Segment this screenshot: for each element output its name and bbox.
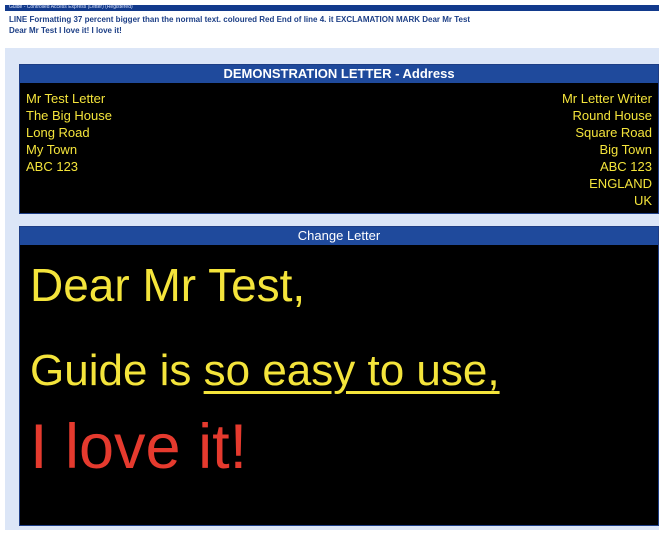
letter-greeting: Dear Mr Test, [30, 259, 306, 311]
recipient-line: My Town [26, 142, 78, 157]
recipient-address: Mr Test Letter The Big House Long Road M… [26, 90, 112, 175]
address-panel: DEMONSTRATION LETTER - Address Mr Test L… [19, 64, 659, 214]
letter-line-2: Guide is so easy to use, [30, 344, 500, 398]
letter-panel[interactable]: Change Letter Dear Mr Test, Guide is so … [19, 226, 659, 526]
letter-line-2-underlined: so easy to use, [203, 346, 500, 395]
sender-address: Mr Letter Writer Round House Square Road… [562, 90, 652, 209]
sender-line: Mr Letter Writer [561, 91, 652, 106]
recipient-line: Mr Test Letter [26, 91, 106, 106]
recipient-line: Long Road [26, 125, 90, 140]
sender-line: Square Road [575, 125, 652, 140]
recipient-line: The Big House [26, 108, 112, 123]
letter-line-2-plain: Guide is [30, 346, 204, 395]
letter-panel-header: Change Letter [20, 227, 658, 245]
recipient-line: ABC 123 [26, 159, 79, 174]
sender-line: UK [633, 193, 652, 208]
sender-line: Round House [572, 108, 653, 123]
window-title-bar: Guide - Controlled Access Express (Lette… [5, 4, 659, 11]
sender-line: ABC 123 [599, 159, 652, 174]
sender-line: ENGLAND [589, 176, 652, 191]
info-line-2: Dear Mr Test I love it! I love it! [9, 26, 122, 35]
address-panel-header: DEMONSTRATION LETTER - Address [20, 65, 658, 83]
info-line-1: LINE Formatting 37 percent bigger than t… [9, 15, 471, 24]
info-bar: LINE Formatting 37 percent bigger than t… [5, 12, 659, 46]
sender-line: Big Town [599, 142, 652, 157]
letter-line-3: I love it! [30, 412, 248, 482]
window-title: Guide - Controlled Access Express (Lette… [9, 4, 133, 10]
